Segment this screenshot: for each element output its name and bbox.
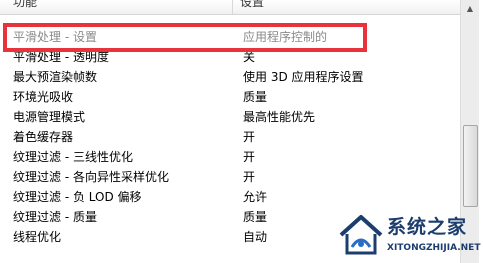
feature-label: 纹理过滤 - 负 LOD 偏移 (13, 190, 142, 204)
setting-value: 自动 (243, 230, 268, 244)
feature-label: 环境光吸收 (13, 90, 74, 104)
settings-row[interactable]: 环境光吸收 质量 (0, 87, 460, 107)
settings-row[interactable]: 着色缓存器 开 (0, 127, 460, 147)
setting-value: 最高性能优先 (243, 110, 316, 124)
settings-list-panel: 功能 设置 平滑处理 - 设置 应用程序控制的 平滑处理 - 透明度 关 最大预… (0, 0, 483, 263)
scrollbar-thumb[interactable] (463, 125, 478, 207)
feature-label: 线程优化 (13, 230, 62, 244)
setting-value: 开 (243, 150, 256, 164)
settings-row[interactable]: 电源管理模式 最高性能优先 (0, 107, 460, 127)
feature-label: 纹理过滤 - 各向异性采样优化 (13, 170, 169, 184)
settings-row[interactable]: 纹理过滤 - 负 LOD 偏移 允许 (0, 187, 460, 207)
watermark: 系统之家 XITONGZHIJIA.NET (337, 207, 483, 263)
feature-label: 平滑处理 - 透明度 (13, 50, 109, 64)
header-setting[interactable]: 设置 (240, 0, 264, 10)
scroll-up-button[interactable]: ▲ (461, 0, 479, 17)
feature-label: 纹理过滤 - 质量 (13, 210, 97, 224)
watermark-title: 系统之家 (387, 216, 468, 238)
feature-label: 电源管理模式 (13, 110, 86, 124)
setting-value: 应用程序控制的 (243, 30, 328, 44)
setting-value: 质量 (243, 90, 268, 104)
watermark-url: XITONGZHIJIA.NET (387, 243, 481, 253)
setting-value: 质量 (243, 210, 268, 224)
column-separator[interactable] (232, 0, 233, 14)
settings-row[interactable]: 平滑处理 - 设置 应用程序控制的 (0, 27, 460, 47)
settings-row[interactable]: 最大预渲染帧数 使用 3D 应用程序设置 (0, 67, 460, 87)
feature-label: 纹理过滤 - 三线性优化 (13, 150, 133, 164)
triangle-up-icon: ▲ (466, 4, 474, 13)
setting-value: 使用 3D 应用程序设置 (243, 70, 364, 84)
header-feature[interactable]: 功能 (13, 0, 37, 10)
list-header: 功能 设置 (0, 0, 460, 15)
settings-row[interactable]: 纹理过滤 - 各向异性采样优化 开 (0, 167, 460, 187)
settings-row[interactable]: 纹理过滤 - 三线性优化 开 (0, 147, 460, 167)
setting-value: 允许 (243, 190, 268, 204)
setting-value: 开 (243, 130, 256, 144)
settings-row[interactable]: 平滑处理 - 透明度 关 (0, 47, 460, 67)
feature-label: 最大预渲染帧数 (13, 70, 98, 84)
setting-value: 开 (243, 170, 256, 184)
feature-label: 平滑处理 - 设置 (13, 30, 97, 44)
setting-value: 关 (243, 50, 256, 64)
house-logo-icon (339, 215, 383, 255)
feature-label: 着色缓存器 (13, 130, 74, 144)
